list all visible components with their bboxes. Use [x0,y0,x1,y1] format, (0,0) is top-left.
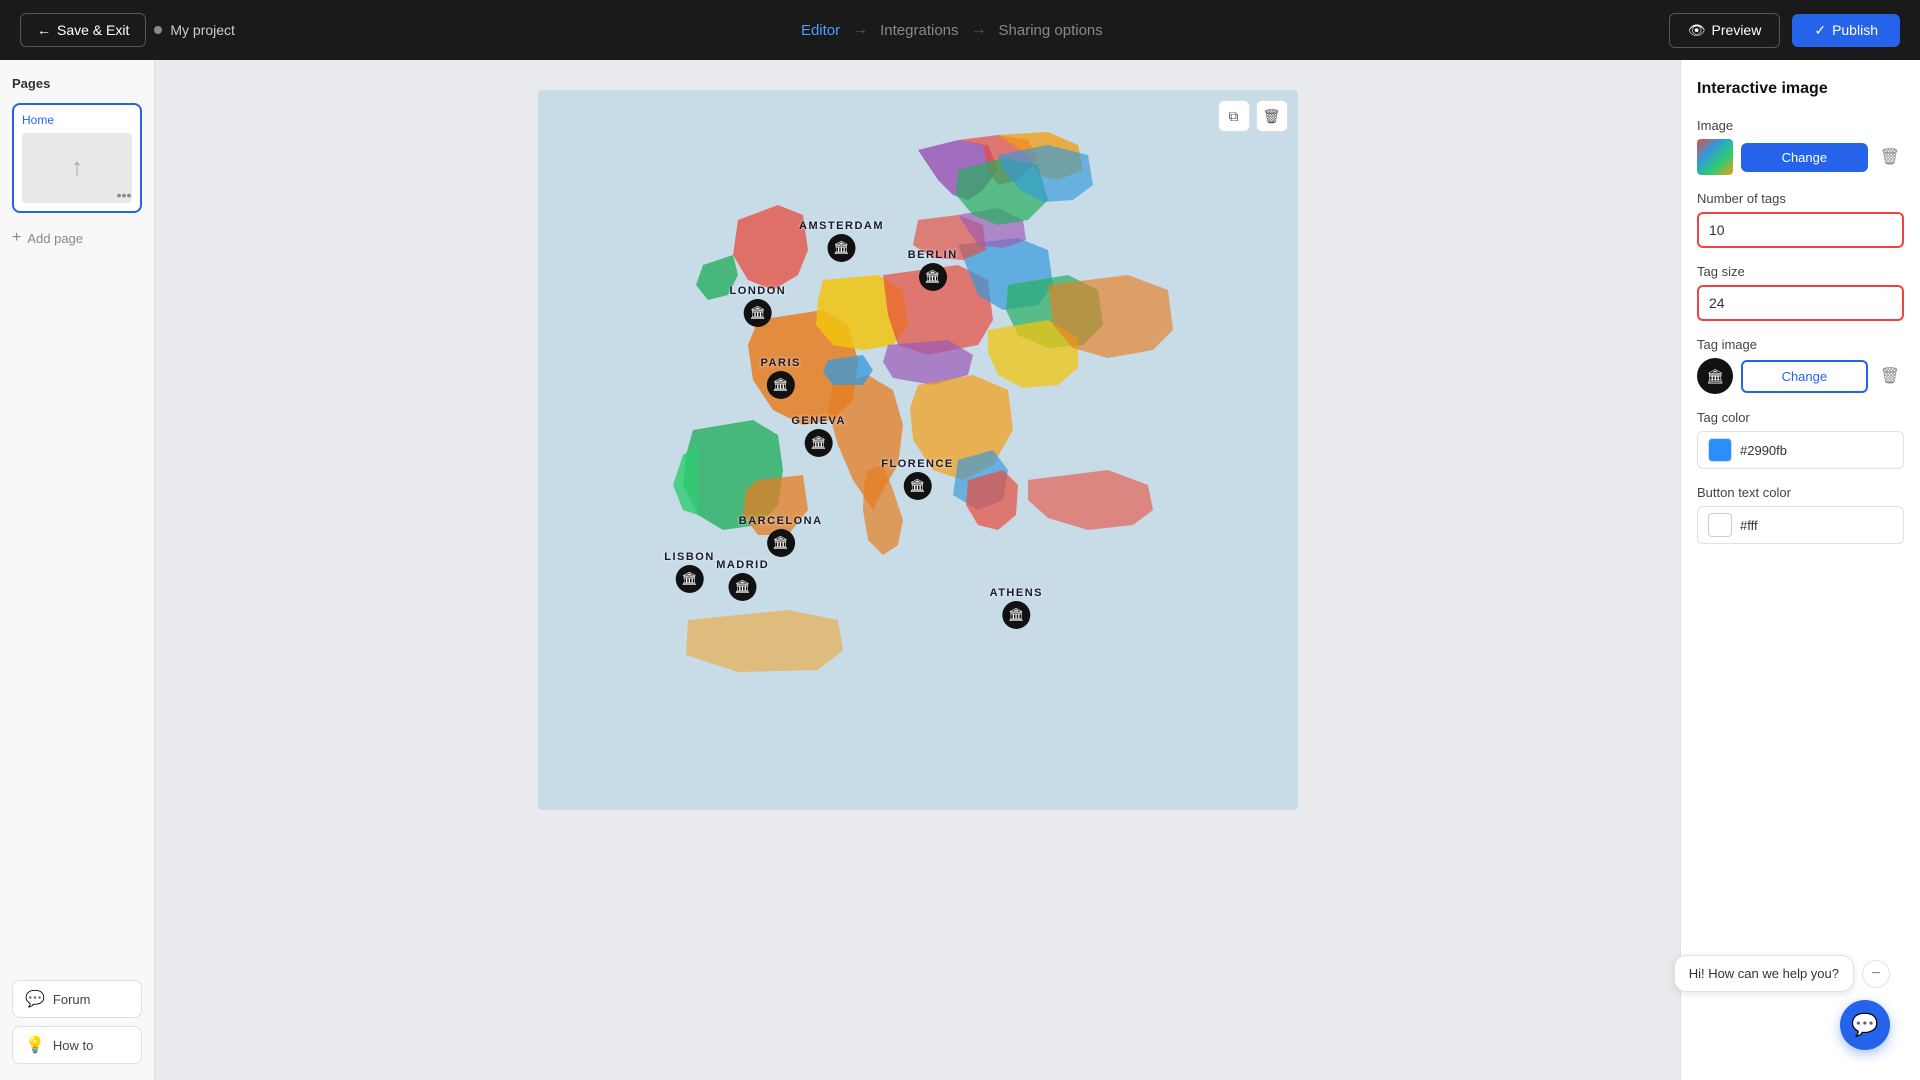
number-of-tags-group: Number of tags [1697,191,1904,248]
check-icon: ✓ [1814,22,1826,39]
button-text-color-group: Button text color #fff [1697,485,1904,544]
how-to-label: How to [53,1038,93,1053]
status-dot [154,26,162,34]
image-row: Change 🗑 [1697,139,1904,175]
add-page-label: Add page [27,231,83,246]
image-thumbnail [1697,139,1733,175]
page-more-button[interactable]: ••• [114,185,134,205]
delete-tag-image-button[interactable]: 🗑 [1876,362,1904,390]
tag-color-row[interactable]: #2990fb [1697,431,1904,469]
canvas-wrapper[interactable]: ⧉ 🗑 [538,90,1298,810]
save-exit-label: Save & Exit [57,22,129,38]
header: ← Save & Exit My project Editor → Integr… [0,0,1920,60]
right-panel: Interactive image Image Change 🗑 Number … [1680,60,1920,1080]
image-label: Image [1697,118,1904,133]
back-arrow-icon: ← [37,22,51,38]
number-of-tags-label: Number of tags [1697,191,1904,206]
duplicate-tool-button[interactable]: ⧉ [1218,100,1250,132]
save-exit-button[interactable]: ← Save & Exit [20,13,146,47]
button-text-color-swatch[interactable] [1708,513,1732,537]
tag-image-row: 🏛 Change 🗑 [1697,358,1904,394]
home-page-card[interactable]: Home ↑ ••• [12,103,142,213]
delete-image-button[interactable]: 🗑 [1876,143,1904,171]
upload-icon: ↑ [71,154,83,182]
forum-button[interactable]: 💬 Forum [12,980,142,1018]
panel-title: Interactive image [1697,80,1904,98]
home-label: Home [22,113,132,127]
chat-bubble: Hi! How can we help you? [1674,955,1854,992]
plus-icon: + [12,229,21,247]
tag-image-preview: 🏛 [1697,358,1733,394]
change-image-button[interactable]: Change [1741,143,1868,172]
button-text-color-row[interactable]: #fff [1697,506,1904,544]
delete-tool-button[interactable]: 🗑 [1256,100,1288,132]
image-field-group: Image Change 🗑 [1697,118,1904,175]
tag-image-group: Tag image 🏛 Change 🗑 [1697,337,1904,394]
add-page-button[interactable]: + Add page [12,225,142,251]
header-nav: Editor → Integrations → Sharing options [801,21,1103,39]
sidebar: Pages Home ↑ ••• + Add page 💬 Forum 💡 Ho… [0,60,155,1080]
messenger-icon: 💬 [1851,1012,1878,1038]
nav-arrow-2: → [971,21,987,39]
nav-editor[interactable]: Editor [801,22,840,39]
canvas-area: ⧉ 🗑 [155,60,1680,1080]
nav-sharing-options[interactable]: Sharing options [999,22,1103,39]
change-tag-image-button[interactable]: Change [1741,360,1868,393]
chat-widget: Hi! How can we help you? − 💬 [1674,955,1890,1050]
chat-fab-button[interactable]: 💬 [1840,1000,1890,1050]
chat-minimize-button[interactable]: − [1862,960,1890,988]
canvas-toolbar: ⧉ 🗑 [1218,100,1288,132]
button-text-color-value: #fff [1740,518,1758,533]
tag-color-group: Tag color #2990fb [1697,410,1904,469]
publish-button[interactable]: ✓ Publish [1792,14,1900,47]
header-left: ← Save & Exit My project [20,13,235,47]
tag-size-group: Tag size [1697,264,1904,321]
pages-title: Pages [12,76,142,91]
project-name: My project [170,22,235,38]
tag-color-swatch[interactable] [1708,438,1732,462]
tag-image-label: Tag image [1697,337,1904,352]
nav-integrations[interactable]: Integrations [880,22,958,39]
tag-color-value: #2990fb [1740,443,1787,458]
button-text-color-label: Button text color [1697,485,1904,500]
europe-map [538,90,1298,810]
tag-color-label: Tag color [1697,410,1904,425]
preview-label: Preview [1712,22,1762,38]
sidebar-bottom: 💬 Forum 💡 How to [12,980,142,1064]
publish-label: Publish [1832,22,1878,38]
preview-button[interactable]: 👁 Preview [1669,13,1781,48]
header-actions: 👁 Preview ✓ Publish [1669,13,1900,48]
forum-icon: 💬 [25,989,45,1009]
lightbulb-icon: 💡 [25,1035,45,1055]
main-layout: Pages Home ↑ ••• + Add page 💬 Forum 💡 Ho… [0,0,1920,1080]
tag-size-label: Tag size [1697,264,1904,279]
nav-arrow-1: → [852,21,868,39]
forum-label: Forum [53,992,91,1007]
tag-size-input[interactable] [1697,285,1904,321]
how-to-button[interactable]: 💡 How to [12,1026,142,1064]
number-of-tags-input[interactable] [1697,212,1904,248]
chat-bubble-row: Hi! How can we help you? − [1674,955,1890,992]
eye-icon: 👁 [1688,22,1706,39]
minimize-icon: − [1871,965,1880,983]
